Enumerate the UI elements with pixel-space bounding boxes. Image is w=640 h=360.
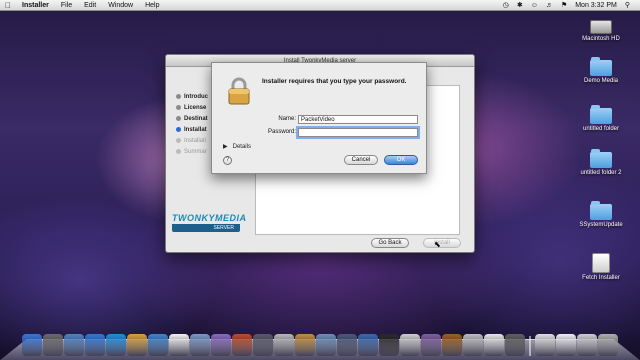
password-prompt-message: Installer requires that you type your pa… — [262, 78, 407, 85]
dock-app-icon[interactable] — [379, 334, 399, 356]
step-dot-icon — [176, 149, 181, 154]
step-dot-icon — [176, 127, 181, 132]
dock-app-icon[interactable] — [127, 334, 147, 356]
dock-app-icon[interactable] — [148, 334, 168, 356]
name-field[interactable]: PacketVideo — [298, 115, 418, 124]
wifi-icon[interactable]: ☺ — [531, 2, 538, 9]
step-dot-icon — [176, 105, 181, 110]
time-machine-icon[interactable]: ◷ — [503, 1, 509, 9]
spotlight-icon[interactable]: ⚲ — [625, 1, 630, 9]
password-field[interactable] — [298, 128, 418, 137]
twonkymedia-logo: TWONKYMEDIA SERVER — [172, 213, 247, 232]
step-dot-icon — [176, 116, 181, 121]
dock-app-icon[interactable] — [484, 334, 504, 356]
dock-app-icon[interactable] — [442, 334, 462, 356]
desktop-icon-untitled-folder-2[interactable]: untitled folder 2 — [566, 149, 636, 176]
menu-file[interactable]: File — [55, 2, 78, 9]
volume-icon[interactable]: ♬ — [546, 2, 553, 9]
dock-app-icon[interactable] — [358, 334, 378, 356]
desktop-icon-ssystemupdate[interactable]: SSystemUpdate — [566, 201, 636, 228]
dock-app-icon[interactable] — [535, 334, 555, 356]
dock-app-icon[interactable] — [577, 334, 597, 356]
input-menu-icon[interactable]: ⚑ — [561, 1, 567, 9]
cancel-button[interactable]: Cancel — [344, 155, 378, 165]
desktop-icon-untitled-folder[interactable]: untitled folder — [566, 105, 636, 132]
folder-icon — [590, 201, 612, 220]
password-dialog: Installer requires that you type your pa… — [211, 62, 427, 174]
folder-icon — [590, 57, 612, 76]
menu-window[interactable]: Window — [102, 2, 139, 9]
dock-app-icon[interactable] — [106, 334, 126, 356]
step-dot-icon — [176, 138, 181, 143]
dock-app-icon[interactable] — [337, 334, 357, 356]
dock-app-icon[interactable] — [463, 334, 483, 356]
dock — [22, 326, 622, 356]
dock-app-icon[interactable] — [190, 334, 210, 356]
details-disclosure[interactable]: ▶ Details — [223, 143, 251, 151]
install-button[interactable]: Install — [423, 238, 461, 248]
dock-app-icon[interactable] — [211, 334, 231, 356]
mouse-cursor-icon: ⬉ — [434, 240, 441, 249]
dock-app-icon[interactable] — [421, 334, 441, 356]
status-tray: ◷ ✱ ☺ ♬ ⚑ Mon 3:32 PM ⚲ — [503, 1, 640, 10]
password-label: Password: — [267, 129, 296, 135]
dock-app-icon[interactable] — [400, 334, 420, 356]
dock-app-icon[interactable] — [253, 334, 273, 356]
dock-app-icon[interactable] — [232, 334, 252, 356]
folder-icon — [590, 105, 612, 124]
dock-app-icon[interactable] — [556, 334, 576, 356]
go-back-button[interactable]: Go Back — [371, 238, 409, 248]
dock-app-icon[interactable] — [274, 334, 294, 356]
step-dot-icon — [176, 94, 181, 99]
help-button[interactable]: ? — [223, 156, 232, 165]
dock-app-icon[interactable] — [598, 334, 618, 356]
dock-app-icon[interactable] — [85, 334, 105, 356]
dock-app-icon[interactable] — [169, 334, 189, 356]
bluetooth-icon[interactable]: ✱ — [517, 1, 523, 9]
dock-app-icon[interactable] — [316, 334, 336, 356]
dock-app-icon[interactable] — [295, 334, 315, 356]
dock-app-icon[interactable] — [505, 334, 525, 356]
package-icon — [592, 253, 610, 273]
menu-bar:  Installer File Edit Window Help ◷ ✱ ☺ … — [0, 0, 640, 11]
dock-separator — [529, 336, 531, 356]
menu-help[interactable]: Help — [139, 2, 165, 9]
ok-button[interactable]: OK — [384, 155, 418, 165]
dock-app-icon[interactable] — [43, 334, 63, 356]
app-menu[interactable]: Installer — [16, 2, 55, 9]
desktop-icon-macintosh-hd[interactable]: Macintosh HD — [566, 20, 636, 42]
menu-edit[interactable]: Edit — [78, 2, 102, 9]
name-label: Name: — [278, 116, 296, 122]
apple-menu-icon[interactable]:  — [0, 1, 16, 10]
disclosure-triangle-icon[interactable]: ▶ — [223, 143, 228, 150]
desktop-icon-demo-media[interactable]: Demo Media — [566, 57, 636, 84]
desktop-icon-fetch-installer[interactable]: Fetch Installer — [566, 253, 636, 281]
lock-icon — [228, 77, 250, 105]
folder-icon — [590, 149, 612, 168]
menubar-clock[interactable]: Mon 3:32 PM — [575, 2, 617, 9]
hard-drive-icon — [590, 20, 612, 34]
dock-app-icon[interactable] — [64, 334, 84, 356]
dock-app-icon[interactable] — [22, 334, 42, 356]
